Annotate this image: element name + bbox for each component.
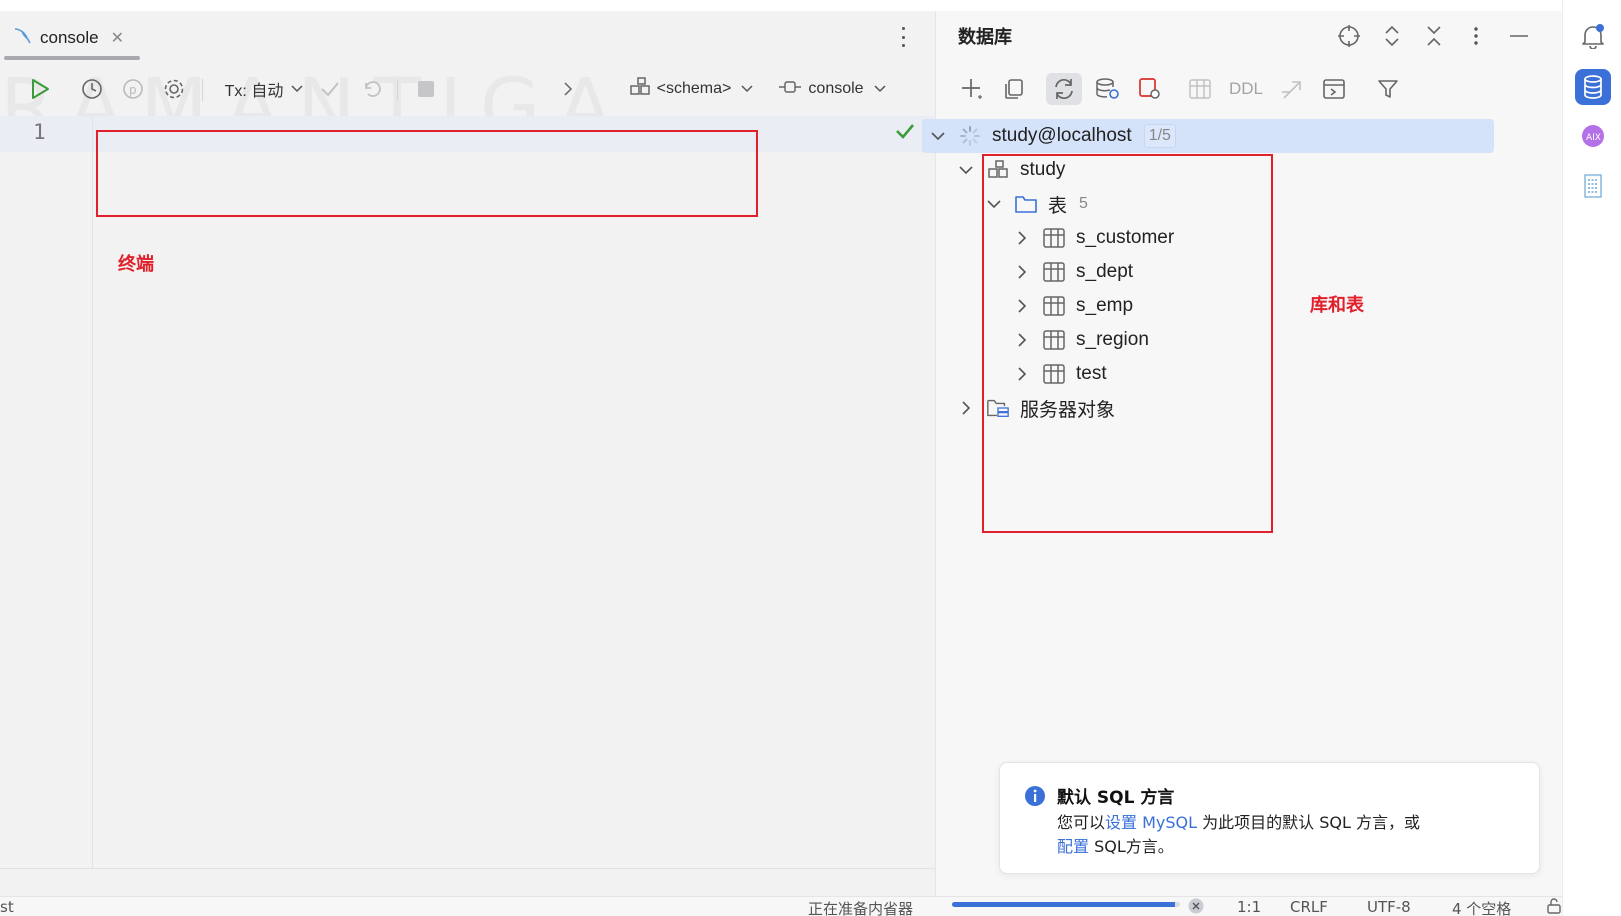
progress-fill — [952, 902, 1176, 907]
cancel-progress-icon[interactable] — [1188, 898, 1204, 916]
indent-setting[interactable]: 4 个空格 — [1452, 898, 1511, 916]
annotation-label-db-tables: 库和表 — [1310, 295, 1364, 316]
more-options-icon[interactable] — [896, 25, 910, 49]
jump-to-console-icon[interactable] — [1134, 73, 1166, 105]
file-encoding[interactable]: UTF-8 — [1367, 898, 1411, 916]
duplicate-icon[interactable] — [998, 73, 1030, 105]
chevron-down-icon — [291, 80, 303, 98]
code-area[interactable]: 1 — [0, 116, 935, 868]
datasource-label: study@localhost — [992, 125, 1132, 146]
locate-crosshair-icon[interactable] — [1336, 23, 1362, 49]
configure-link[interactable]: 配置 — [1057, 837, 1089, 856]
more-options-icon[interactable] — [1463, 23, 1489, 49]
editor-tabbar: console ✕ — [0, 11, 935, 63]
run-icon[interactable] — [26, 69, 54, 109]
status-bar: st 正在准备内省器 1:1 CRLF UTF-8 4 个空格 — [0, 896, 1562, 916]
filter-funnel-icon[interactable] — [1372, 73, 1404, 105]
commit-check-icon[interactable] — [316, 69, 344, 109]
transaction-mode-dropdown[interactable]: Tx: 自动 — [218, 69, 310, 109]
right-tool-strip: AIX — [1562, 0, 1621, 916]
loading-spinner-icon — [958, 124, 982, 148]
ddl-button[interactable]: DDL — [1224, 73, 1268, 105]
inspection-ok-icon — [895, 122, 915, 145]
line-ending[interactable]: CRLF — [1290, 898, 1328, 916]
ide-window: RAMANTIGA console ✕ p — [0, 0, 1621, 916]
toolbar-divider — [202, 79, 203, 101]
svg-text:p: p — [129, 83, 137, 97]
panel-title: 数据库 — [958, 27, 1012, 48]
add-icon[interactable] — [956, 73, 988, 105]
line-number: 1 — [33, 120, 46, 144]
annotation-label-terminal: 终端 — [118, 254, 154, 275]
collapse-all-icon[interactable] — [1421, 23, 1447, 49]
chevron-down-icon — [741, 80, 753, 98]
minimize-icon[interactable] — [1506, 23, 1532, 49]
history-icon[interactable] — [78, 69, 106, 109]
session-selector[interactable]: console — [774, 69, 890, 109]
editor-toolbar: p Tx: 自动 <schema> console — [0, 69, 935, 109]
schema-icon — [629, 76, 651, 102]
schema-count-badge: 1/5 — [1143, 124, 1176, 148]
expand-all-icon[interactable] — [1379, 23, 1405, 49]
table-editor-icon[interactable] — [1184, 73, 1216, 105]
info-icon — [1024, 785, 1046, 812]
compare-arrows-icon[interactable] — [1276, 73, 1308, 105]
annotation-box-terminal — [96, 130, 758, 217]
schema-selector[interactable]: <schema> — [626, 69, 756, 109]
chevron-right-icon[interactable] — [556, 69, 580, 109]
binary-data-icon[interactable] — [1575, 168, 1611, 204]
editor-bottom-border — [0, 868, 935, 869]
settings-gear-icon[interactable] — [160, 69, 188, 109]
tab-label: console — [40, 28, 99, 47]
line-gutter: 1 — [0, 116, 93, 868]
indexing-progress-bar — [952, 902, 1180, 907]
chevron-down-icon — [874, 80, 886, 98]
caret-position[interactable]: 1:1 — [1237, 898, 1261, 916]
notification-text: 为此项目的默认 SQL 方言，或 — [1197, 813, 1420, 832]
notifications-bell-icon[interactable] — [1575, 18, 1611, 54]
sql-console-editor: RAMANTIGA console ✕ p — [0, 11, 935, 896]
toolbar-divider — [397, 79, 398, 101]
chevron-down-icon[interactable] — [956, 160, 976, 180]
refresh-icon[interactable] — [1046, 73, 1082, 105]
console-view-icon[interactable] — [1318, 73, 1350, 105]
annotation-box-db-tables — [982, 154, 1273, 533]
notification-body: 您可以设置 MySQL 为此项目的默认 SQL 方言，或配置 SQL方言。 — [1057, 811, 1527, 859]
schema-label: <schema> — [656, 80, 732, 97]
tx-label: Tx: 自动 — [224, 83, 284, 100]
rollback-icon[interactable] — [358, 69, 386, 109]
tree-node-datasource[interactable]: study@localhost 1/5 — [922, 119, 1494, 153]
lock-icon[interactable] — [1547, 898, 1561, 916]
notification-text: 您可以 — [1057, 813, 1106, 832]
session-plug-icon — [778, 79, 802, 100]
session-label: console — [808, 80, 864, 97]
indexing-status-text: 正在准备内省器 — [808, 900, 914, 916]
top-strip — [0, 0, 1621, 11]
active-tab-indicator — [4, 56, 140, 60]
stop-icon[interactable] — [412, 69, 440, 109]
notification-title: 默认 SQL 方言 — [1057, 788, 1175, 808]
chevron-down-icon[interactable] — [928, 126, 948, 146]
tab-console[interactable]: console ✕ — [12, 23, 124, 53]
svg-text:AIX: AIX — [1586, 133, 1601, 143]
ai-assistant-icon[interactable]: AIX — [1575, 118, 1611, 154]
close-tab-icon[interactable]: ✕ — [111, 28, 124, 48]
chevron-right-icon[interactable] — [956, 398, 976, 418]
database-tool-icon[interactable] — [1575, 69, 1611, 105]
mysql-dolphin-icon — [12, 25, 34, 52]
notification-popup[interactable]: 默认 SQL 方言 您可以设置 MySQL 为此项目的默认 SQL 方言，或配置… — [999, 762, 1540, 874]
parameters-icon[interactable]: p — [119, 69, 147, 109]
datasource-properties-icon[interactable] — [1092, 73, 1124, 105]
notification-text: SQL方言。 — [1089, 837, 1174, 856]
status-left-text: st — [0, 898, 14, 916]
set-mysql-link[interactable]: 设置 MySQL — [1105, 813, 1197, 832]
